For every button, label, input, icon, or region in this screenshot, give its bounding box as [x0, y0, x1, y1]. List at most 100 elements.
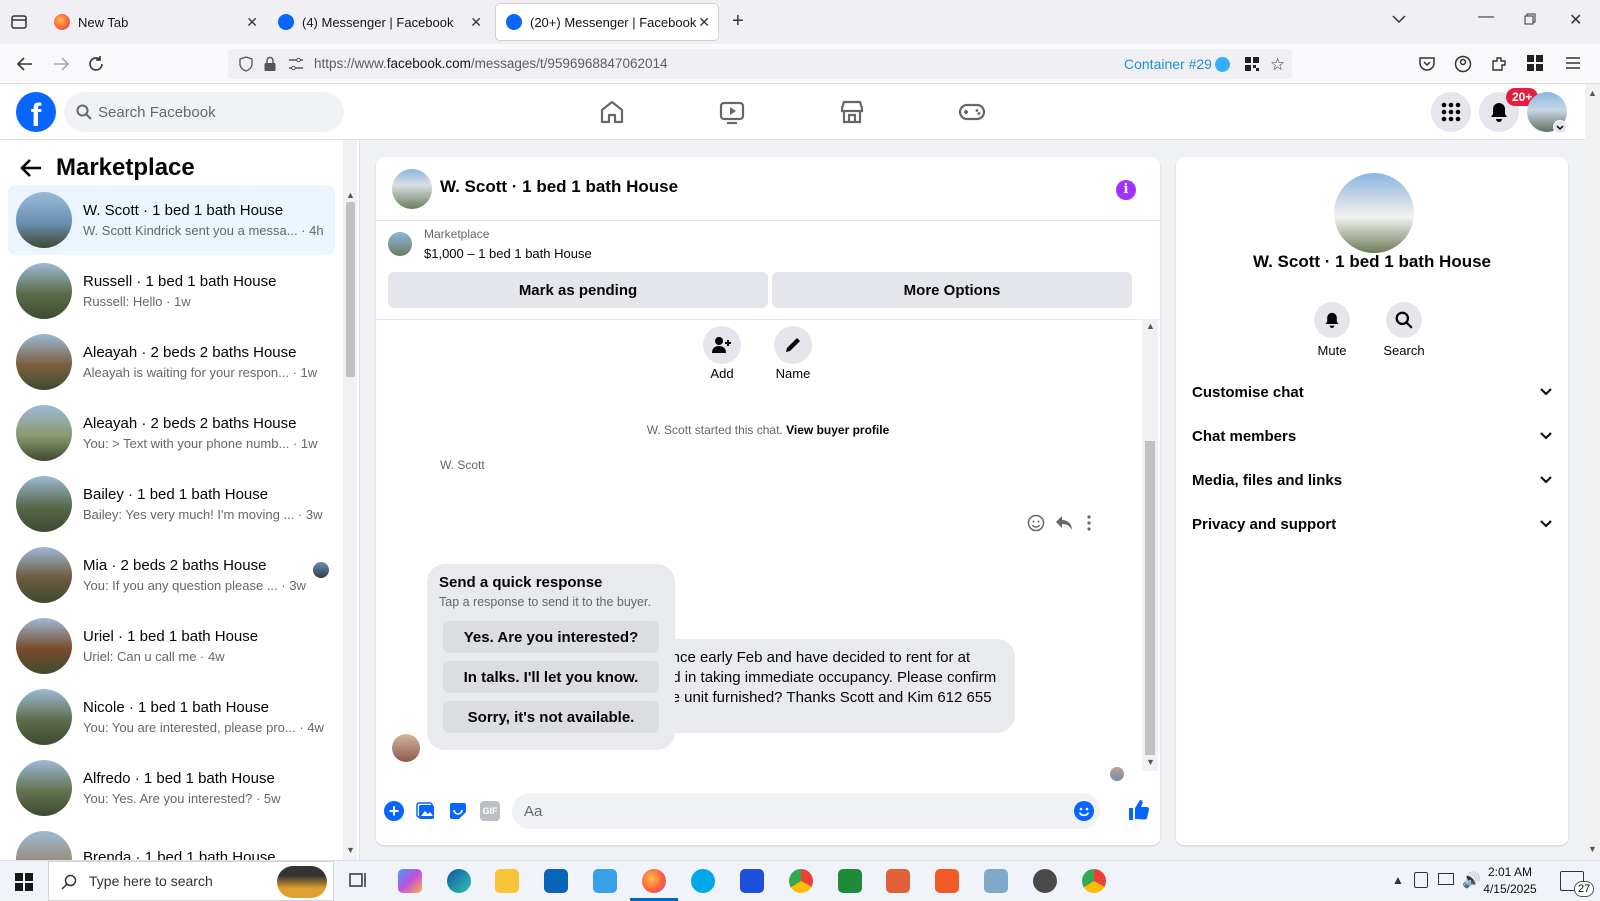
mute-button[interactable]	[1314, 302, 1350, 338]
gaming-icon[interactable]	[958, 98, 986, 126]
details-avatar[interactable]	[1334, 173, 1414, 253]
more-actions-icon[interactable]	[1086, 515, 1092, 531]
tab-messenger-20[interactable]: (20+) Messenger | Facebook ✕	[496, 4, 718, 40]
conversation-item[interactable]: W. Scott · 1 bed 1 bath House W. Scott Ki…	[8, 185, 335, 255]
add-person-button[interactable]	[703, 326, 741, 364]
more-options-button[interactable]: More Options	[772, 272, 1132, 308]
back-arrow-icon[interactable]	[20, 158, 42, 178]
clock-date[interactable]: 4/15/2025	[1474, 882, 1546, 896]
thumbs-up-icon[interactable]	[1127, 798, 1151, 822]
scroll-down-icon[interactable]: ▼	[1146, 757, 1155, 767]
reload-icon[interactable]	[87, 55, 105, 73]
windows-start-icon[interactable]	[15, 873, 33, 891]
tab-messenger-4[interactable]: (4) Messenger | Facebook ✕	[268, 4, 490, 40]
conversation-item[interactable]: Alfredo · 1 bed 1 bath House You: Yes. Ar…	[8, 753, 335, 823]
sticker-icon[interactable]	[448, 801, 468, 821]
copilot-icon[interactable]	[398, 869, 422, 893]
chevron-down-icon[interactable]	[1553, 120, 1567, 134]
app-icon-network[interactable]	[984, 869, 1008, 893]
listing-thumbnail[interactable]	[388, 232, 412, 256]
conversation-scrollbar[interactable]: ▲ ▼	[343, 140, 357, 860]
menu-icon[interactable]	[1565, 56, 1581, 70]
marketplace-icon[interactable]	[838, 98, 866, 126]
file-explorer-icon[interactable]	[495, 869, 519, 893]
reply-icon[interactable]	[1055, 515, 1073, 531]
listing-price[interactable]: $1,000 – 1 bed 1 bath House	[424, 246, 592, 261]
clock-time[interactable]: 2:01 AM	[1480, 865, 1540, 879]
back-icon[interactable]	[16, 55, 34, 73]
chat-scrollbar[interactable]: ▲ ▼	[1142, 319, 1158, 771]
video-icon[interactable]	[718, 98, 746, 126]
task-view-icon[interactable]	[347, 869, 371, 893]
page-scrollbar[interactable]: ▲ ▼	[1585, 84, 1600, 860]
section-media-files-links[interactable]: Media, files and links	[1192, 472, 1552, 496]
quick-response-not-available[interactable]: Sorry, it's not available.	[443, 701, 659, 733]
home-icon[interactable]	[598, 98, 626, 126]
close-tab-icon[interactable]: ✕	[246, 14, 258, 31]
conversation-item[interactable]: Aleayah · 2 beds 2 baths House Aleayah is…	[8, 327, 335, 397]
apps-grid-icon[interactable]	[1527, 55, 1543, 71]
quick-response-yes[interactable]: Yes. Are you interested?	[443, 621, 659, 653]
search-input[interactable]: Search Facebook	[64, 92, 344, 132]
bookmark-star-icon[interactable]: ☆	[1270, 55, 1285, 75]
conversation-item[interactable]: Aleayah · 2 beds 2 baths House You: > Tex…	[8, 398, 335, 468]
conversation-item[interactable]: Mia · 2 beds 2 baths House You: If you an…	[8, 540, 335, 610]
section-chat-members[interactable]: Chat members	[1192, 428, 1552, 452]
firefox-taskbar-icon[interactable]	[642, 869, 666, 893]
scrollbar-thumb[interactable]	[346, 202, 355, 377]
conversation-item[interactable]: Brenda · 1 bed 1 bath House	[8, 824, 335, 860]
close-tab-icon[interactable]: ✕	[470, 14, 482, 31]
address-bar[interactable]: https://www.facebook.com/messages/t/9596…	[228, 49, 1292, 79]
outlook-icon[interactable]	[544, 869, 568, 893]
message-input[interactable]: Aa	[512, 793, 1100, 829]
app-icon-arc[interactable]	[740, 869, 764, 893]
section-customise-chat[interactable]: Customise chat	[1192, 384, 1552, 408]
scroll-down-icon[interactable]: ▼	[1588, 844, 1597, 854]
close-window-icon[interactable]: ✕	[1569, 10, 1582, 30]
shield-icon[interactable]	[238, 56, 254, 72]
lock-icon[interactable]	[263, 56, 277, 72]
tab-new-tab[interactable]: New Tab ✕	[44, 4, 266, 40]
chat-title[interactable]: W. Scott · 1 bed 1 bath House	[440, 177, 678, 197]
scroll-up-icon[interactable]: ▲	[1588, 88, 1597, 98]
chrome-profile-icon[interactable]	[1082, 869, 1106, 893]
tab-list-icon[interactable]	[10, 13, 28, 31]
qr-icon[interactable]	[1245, 57, 1259, 71]
pocket-icon[interactable]	[1418, 55, 1436, 73]
emoji-icon[interactable]	[1074, 801, 1094, 821]
account-icon[interactable]	[1454, 55, 1472, 73]
settings-icon[interactable]	[1033, 869, 1057, 893]
new-tab-icon[interactable]: +	[732, 10, 744, 33]
quick-response-in-talks[interactable]: In talks. I'll let you know.	[443, 661, 659, 693]
minimize-icon[interactable]: —	[1478, 8, 1494, 26]
info-icon[interactable]: i	[1116, 180, 1136, 200]
section-privacy-support[interactable]: Privacy and support	[1192, 516, 1552, 540]
scroll-up-icon[interactable]: ▲	[346, 190, 355, 200]
forward-icon[interactable]	[52, 55, 70, 73]
edit-name-button[interactable]	[774, 326, 812, 364]
word-icon[interactable]	[593, 869, 617, 893]
react-icon[interactable]	[1027, 514, 1045, 532]
edge-icon[interactable]	[447, 869, 471, 893]
extensions-icon[interactable]	[1490, 55, 1508, 73]
search-conversation-button[interactable]	[1386, 302, 1422, 338]
meet-icon[interactable]	[1414, 872, 1428, 888]
restore-icon[interactable]	[1524, 13, 1536, 25]
container-label[interactable]: Container #29	[1124, 56, 1212, 72]
close-tab-icon[interactable]: ✕	[698, 14, 710, 31]
mark-as-pending-button[interactable]: Mark as pending	[388, 272, 768, 308]
app-icon-orange[interactable]	[886, 869, 910, 893]
tray-chevron-up-icon[interactable]: ▲	[1392, 873, 1404, 887]
gif-icon[interactable]: GIF	[480, 801, 500, 821]
taskbar-search[interactable]: Type here to search	[48, 861, 334, 901]
conversation-item[interactable]: Uriel · 1 bed 1 bath House Uriel: Can u c…	[8, 611, 335, 681]
conversation-item[interactable]: Nicole · 1 bed 1 bath House You: You are …	[8, 682, 335, 752]
network-icon[interactable]	[1438, 873, 1454, 885]
menu-grid-button[interactable]	[1431, 92, 1471, 132]
app-icon-green[interactable]	[838, 869, 862, 893]
scrollbar-thumb[interactable]	[1145, 441, 1155, 755]
facebook-logo[interactable]: f	[16, 92, 56, 132]
conversation-item[interactable]: Bailey · 1 bed 1 bath House Bailey: Yes v…	[8, 469, 335, 539]
sender-avatar[interactable]	[392, 734, 420, 762]
conversation-item[interactable]: Russell · 1 bed 1 bath House Russell: Hel…	[8, 256, 335, 326]
